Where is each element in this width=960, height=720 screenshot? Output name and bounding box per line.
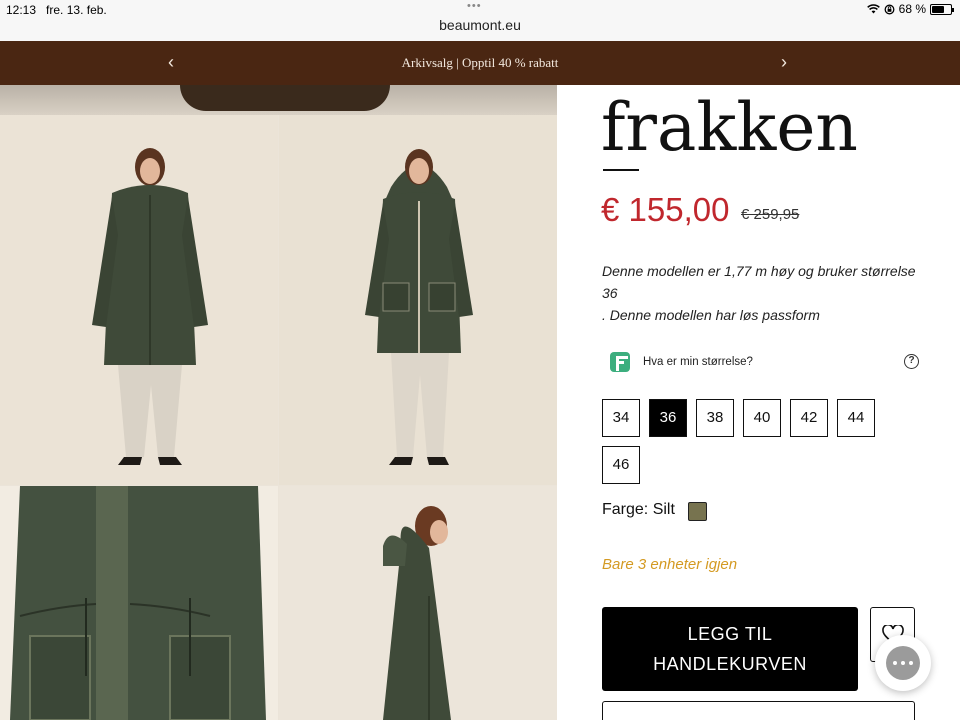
wifi-icon <box>866 4 880 14</box>
product-title: frakken <box>601 89 858 166</box>
color-label: Farge: Silt <box>602 501 675 518</box>
promo-next-arrow-icon[interactable]: › <box>781 52 787 73</box>
secondary-button[interactable] <box>602 701 915 720</box>
gallery-top-image-crop[interactable] <box>0 85 557 115</box>
multitask-dots[interactable]: ••• <box>467 0 482 12</box>
size-option-34[interactable]: 34 <box>602 399 640 437</box>
stock-warning: Bare 3 enheter igjen <box>602 556 738 573</box>
original-price: € 259,95 <box>741 206 800 223</box>
chat-button[interactable] <box>875 635 931 691</box>
size-option-40[interactable]: 40 <box>743 399 781 437</box>
model-description: Denne modellen er 1,77 m høy og bruker s… <box>602 260 932 326</box>
rotation-lock-icon <box>884 4 895 14</box>
add-to-cart-label-line-1: LEGG TIL <box>687 624 773 644</box>
product-photo-side[interactable] <box>279 486 557 720</box>
size-guide-label[interactable]: Hva er min størrelse? <box>643 356 753 368</box>
address-bar-url[interactable]: beaumont.eu <box>0 17 960 33</box>
product-photo-hood-up[interactable] <box>279 115 557 485</box>
product-photo-front[interactable] <box>0 115 278 485</box>
fit-finder-icon <box>610 352 630 372</box>
add-to-cart-button[interactable]: LEGG TIL HANDLEKURVEN <box>602 607 858 691</box>
size-option-46[interactable]: 46 <box>602 446 640 484</box>
status-indicators: 68 % <box>866 2 954 16</box>
size-option-38[interactable]: 38 <box>696 399 734 437</box>
chat-icon <box>886 646 920 680</box>
battery-percent: 68 % <box>898 2 926 16</box>
promo-text[interactable]: Arkivsalg | Opptil 40 % rabatt <box>0 55 960 71</box>
promo-banner: ‹ Arkivsalg | Opptil 40 % rabatt › <box>0 41 960 85</box>
size-option-36-selected[interactable]: 36 <box>649 399 687 437</box>
product-photo-detail[interactable] <box>0 486 278 720</box>
product-info-panel: frakken € 155,00 € 259,95 Denne modellen… <box>557 85 960 720</box>
size-option-44[interactable]: 44 <box>837 399 875 437</box>
title-divider <box>603 169 639 171</box>
color-swatch-silt[interactable] <box>688 502 707 521</box>
status-time: 12:13 fre. 13. feb. <box>6 3 107 17</box>
model-description-line-1: Denne modellen er 1,77 m høy og bruker s… <box>602 263 916 301</box>
add-to-cart-label-line-2: HANDLEKURVEN <box>653 654 807 674</box>
status-bar: 12:13 fre. 13. feb. ••• beaumont.eu 68 % <box>0 0 960 41</box>
size-guide-link[interactable]: Hva er min størrelse? ? <box>607 350 919 376</box>
battery-icon <box>930 3 954 15</box>
help-icon[interactable]: ? <box>904 354 919 369</box>
sale-price: € 155,00 <box>601 191 730 228</box>
size-option-42[interactable]: 42 <box>790 399 828 437</box>
model-description-line-2: . Denne modellen har løs passform <box>602 307 820 323</box>
product-gallery <box>0 85 557 720</box>
